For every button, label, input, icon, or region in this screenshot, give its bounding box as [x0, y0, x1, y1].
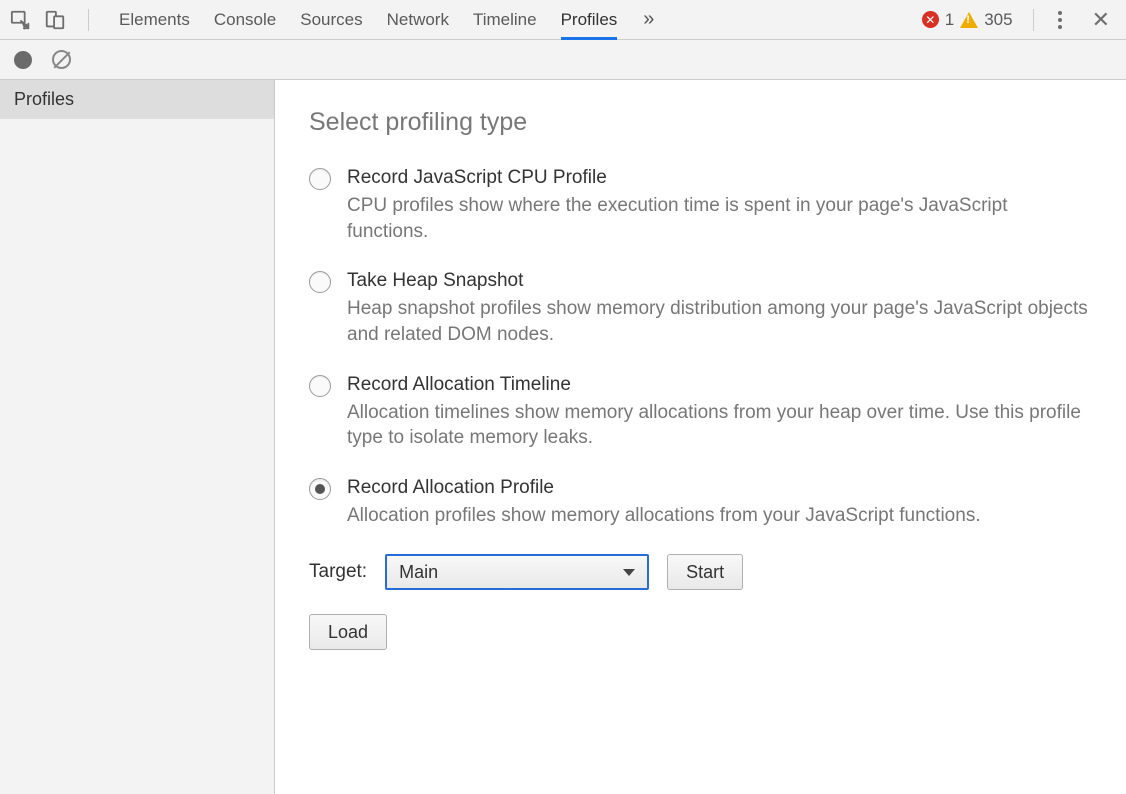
radio-allocation-profile[interactable] [309, 478, 331, 500]
sidebar-header-profiles[interactable]: Profiles [0, 80, 274, 119]
record-button-icon[interactable] [14, 51, 32, 69]
profiles-toolbar [0, 40, 1126, 80]
option-cpu-profile: Record JavaScript CPU Profile CPU profil… [309, 167, 1092, 244]
tab-console[interactable]: Console [214, 0, 276, 40]
option-title[interactable]: Record JavaScript CPU Profile [347, 167, 1092, 189]
error-count[interactable]: 1 [945, 10, 954, 30]
more-tabs-icon[interactable]: » [643, 8, 654, 31]
toolbar-divider [1033, 9, 1034, 31]
warning-badge-icon[interactable] [960, 12, 978, 28]
radio-allocation-timeline[interactable] [309, 375, 331, 397]
option-description: CPU profiles show where the execution ti… [347, 193, 1092, 244]
option-description: Heap snapshot profiles show memory distr… [347, 296, 1092, 347]
tab-elements[interactable]: Elements [119, 0, 190, 40]
profiles-content: Select profiling type Record JavaScript … [275, 80, 1126, 794]
toolbar-divider [88, 9, 89, 31]
option-allocation-profile: Record Allocation Profile Allocation pro… [309, 477, 1092, 529]
option-allocation-timeline: Record Allocation Timeline Allocation ti… [309, 374, 1092, 451]
error-badge-icon[interactable]: ✕ [922, 11, 939, 28]
tab-network[interactable]: Network [387, 0, 449, 40]
option-description: Allocation profiles show memory allocati… [347, 503, 1092, 529]
inspect-element-icon[interactable] [10, 9, 32, 31]
chevron-down-icon [623, 569, 635, 576]
load-button[interactable]: Load [309, 614, 387, 650]
option-title[interactable]: Record Allocation Timeline [347, 374, 1092, 396]
radio-heap-snapshot[interactable] [309, 271, 331, 293]
page-heading: Select profiling type [309, 108, 1092, 137]
option-title[interactable]: Take Heap Snapshot [347, 270, 1092, 292]
radio-cpu-profile[interactable] [309, 168, 331, 190]
devtools-tabs: Elements Console Sources Network Timelin… [119, 0, 617, 40]
body-area: Profiles Select profiling type Record Ja… [0, 80, 1126, 794]
target-select-value: Main [399, 562, 438, 583]
devtools-toolbar: Elements Console Sources Network Timelin… [0, 0, 1126, 40]
target-row: Target: Main Start [309, 554, 1092, 590]
target-label: Target: [309, 561, 367, 583]
clear-icon[interactable] [52, 50, 71, 69]
device-toggle-icon[interactable] [44, 9, 66, 31]
warning-count[interactable]: 305 [984, 10, 1012, 30]
start-button[interactable]: Start [667, 554, 743, 590]
option-heap-snapshot: Take Heap Snapshot Heap snapshot profile… [309, 270, 1092, 347]
option-title[interactable]: Record Allocation Profile [347, 477, 1092, 499]
close-icon[interactable]: ✕ [1086, 7, 1116, 33]
tab-timeline[interactable]: Timeline [473, 0, 537, 40]
option-description: Allocation timelines show memory allocat… [347, 400, 1092, 451]
target-select[interactable]: Main [385, 554, 649, 590]
tab-profiles[interactable]: Profiles [561, 0, 618, 40]
profiles-sidebar: Profiles [0, 80, 275, 794]
tab-sources[interactable]: Sources [300, 0, 362, 40]
kebab-menu-icon[interactable] [1054, 11, 1066, 29]
